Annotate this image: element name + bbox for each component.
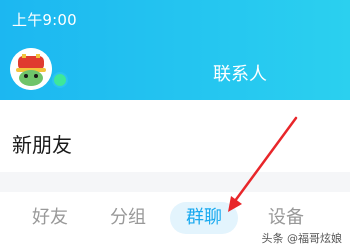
new-friends-row[interactable]: 新朋友 [0, 112, 350, 170]
section-divider [0, 172, 350, 192]
watermark: 头条 @福哥炫娘 [259, 230, 344, 246]
tab-groups[interactable]: 分组 [100, 202, 156, 234]
status-bar-time: 上午9:00 [12, 11, 77, 29]
tab-friends[interactable]: 好友 [22, 202, 78, 234]
new-friends-label: 新朋友 [12, 133, 72, 157]
contacts-header: 上午9:00 联系人 [0, 0, 350, 100]
tab-group-chats[interactable]: 群聊 [170, 202, 238, 234]
page-title: 联系人 [213, 64, 267, 85]
